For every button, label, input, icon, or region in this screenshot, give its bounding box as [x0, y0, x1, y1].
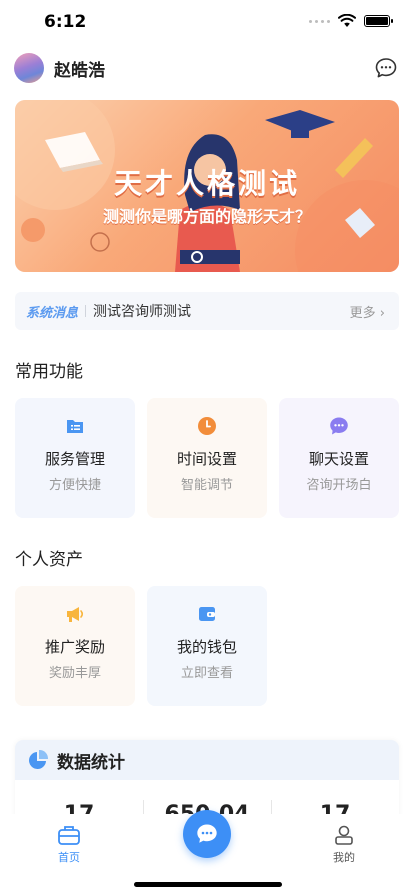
- status-icons: [309, 14, 393, 28]
- card-subtitle: 奖励丰厚: [48, 666, 101, 681]
- time-settings-card[interactable]: 时间设置 智能调节: [147, 398, 267, 518]
- wallet-icon: [199, 607, 215, 621]
- card-subtitle: 方便快捷: [48, 478, 101, 493]
- chat-bubble-icon: [330, 417, 348, 435]
- user-icon: [335, 825, 353, 845]
- card-title: 聊天设置: [308, 450, 369, 468]
- card-title: 我的钱包: [176, 638, 237, 656]
- service-list-icon: [67, 420, 83, 433]
- signal-icon: [309, 19, 330, 23]
- chat-bubble-icon: [197, 824, 217, 843]
- clock-icon: [198, 417, 216, 435]
- assets-heading: 个人资产: [15, 550, 83, 570]
- banner-subtitle: 测测你是哪方面的隐形天才？: [102, 207, 311, 226]
- card-title: 服务管理: [44, 450, 105, 468]
- megaphone-icon: [67, 607, 84, 622]
- notice-text: 测试咨询师测试: [93, 304, 192, 320]
- user-header: 赵皓浩: [14, 52, 400, 84]
- system-notice[interactable]: 系统消息 测试咨询师测试 更多 ›: [15, 292, 399, 330]
- chat-settings-card[interactable]: 聊天设置 咨询开场白: [279, 398, 399, 518]
- home-indicator: [134, 882, 282, 887]
- notice-more-link[interactable]: 更多 ›: [350, 302, 385, 321]
- card-subtitle: 智能调节: [180, 478, 233, 493]
- message-icon[interactable]: [374, 56, 398, 80]
- banner-title: 天才人格测试: [113, 167, 300, 200]
- service-management-card[interactable]: 服务管理 方便快捷: [15, 398, 135, 518]
- pie-chart-icon: [29, 749, 49, 769]
- promo-banner[interactable]: 天才人格测试 测测你是哪方面的隐形天才？: [15, 100, 399, 272]
- card-subtitle: 咨询开场白: [306, 478, 372, 493]
- card-title: 时间设置: [176, 450, 237, 468]
- common-functions-heading: 常用功能: [15, 362, 83, 382]
- stats-header: 数据统计: [27, 748, 125, 773]
- card-title: 推广奖励: [44, 638, 105, 656]
- tab-me-label: 我的: [333, 851, 355, 864]
- bottom-tab-bar: 首页 我的: [0, 810, 414, 896]
- card-subtitle: 立即查看: [180, 666, 233, 681]
- briefcase-icon: [58, 826, 80, 845]
- tab-me[interactable]: 我的: [314, 824, 374, 865]
- status-bar: 6:12: [0, 0, 414, 46]
- chat-fab-button[interactable]: [183, 810, 231, 858]
- stats-title: 数据统计: [57, 752, 125, 773]
- notice-tag: 系统消息: [26, 305, 79, 321]
- tab-home[interactable]: 首页: [39, 824, 99, 865]
- notice-divider: [85, 305, 87, 317]
- promotion-reward-card[interactable]: 推广奖励 奖励丰厚: [15, 586, 135, 706]
- user-name: 赵皓浩: [54, 60, 105, 81]
- wallet-card[interactable]: 我的钱包 立即查看: [147, 586, 267, 706]
- tab-home-label: 首页: [58, 851, 80, 864]
- status-time: 6:12: [44, 12, 87, 32]
- battery-icon: [364, 15, 393, 27]
- avatar[interactable]: [14, 53, 44, 83]
- wifi-icon: [338, 14, 356, 27]
